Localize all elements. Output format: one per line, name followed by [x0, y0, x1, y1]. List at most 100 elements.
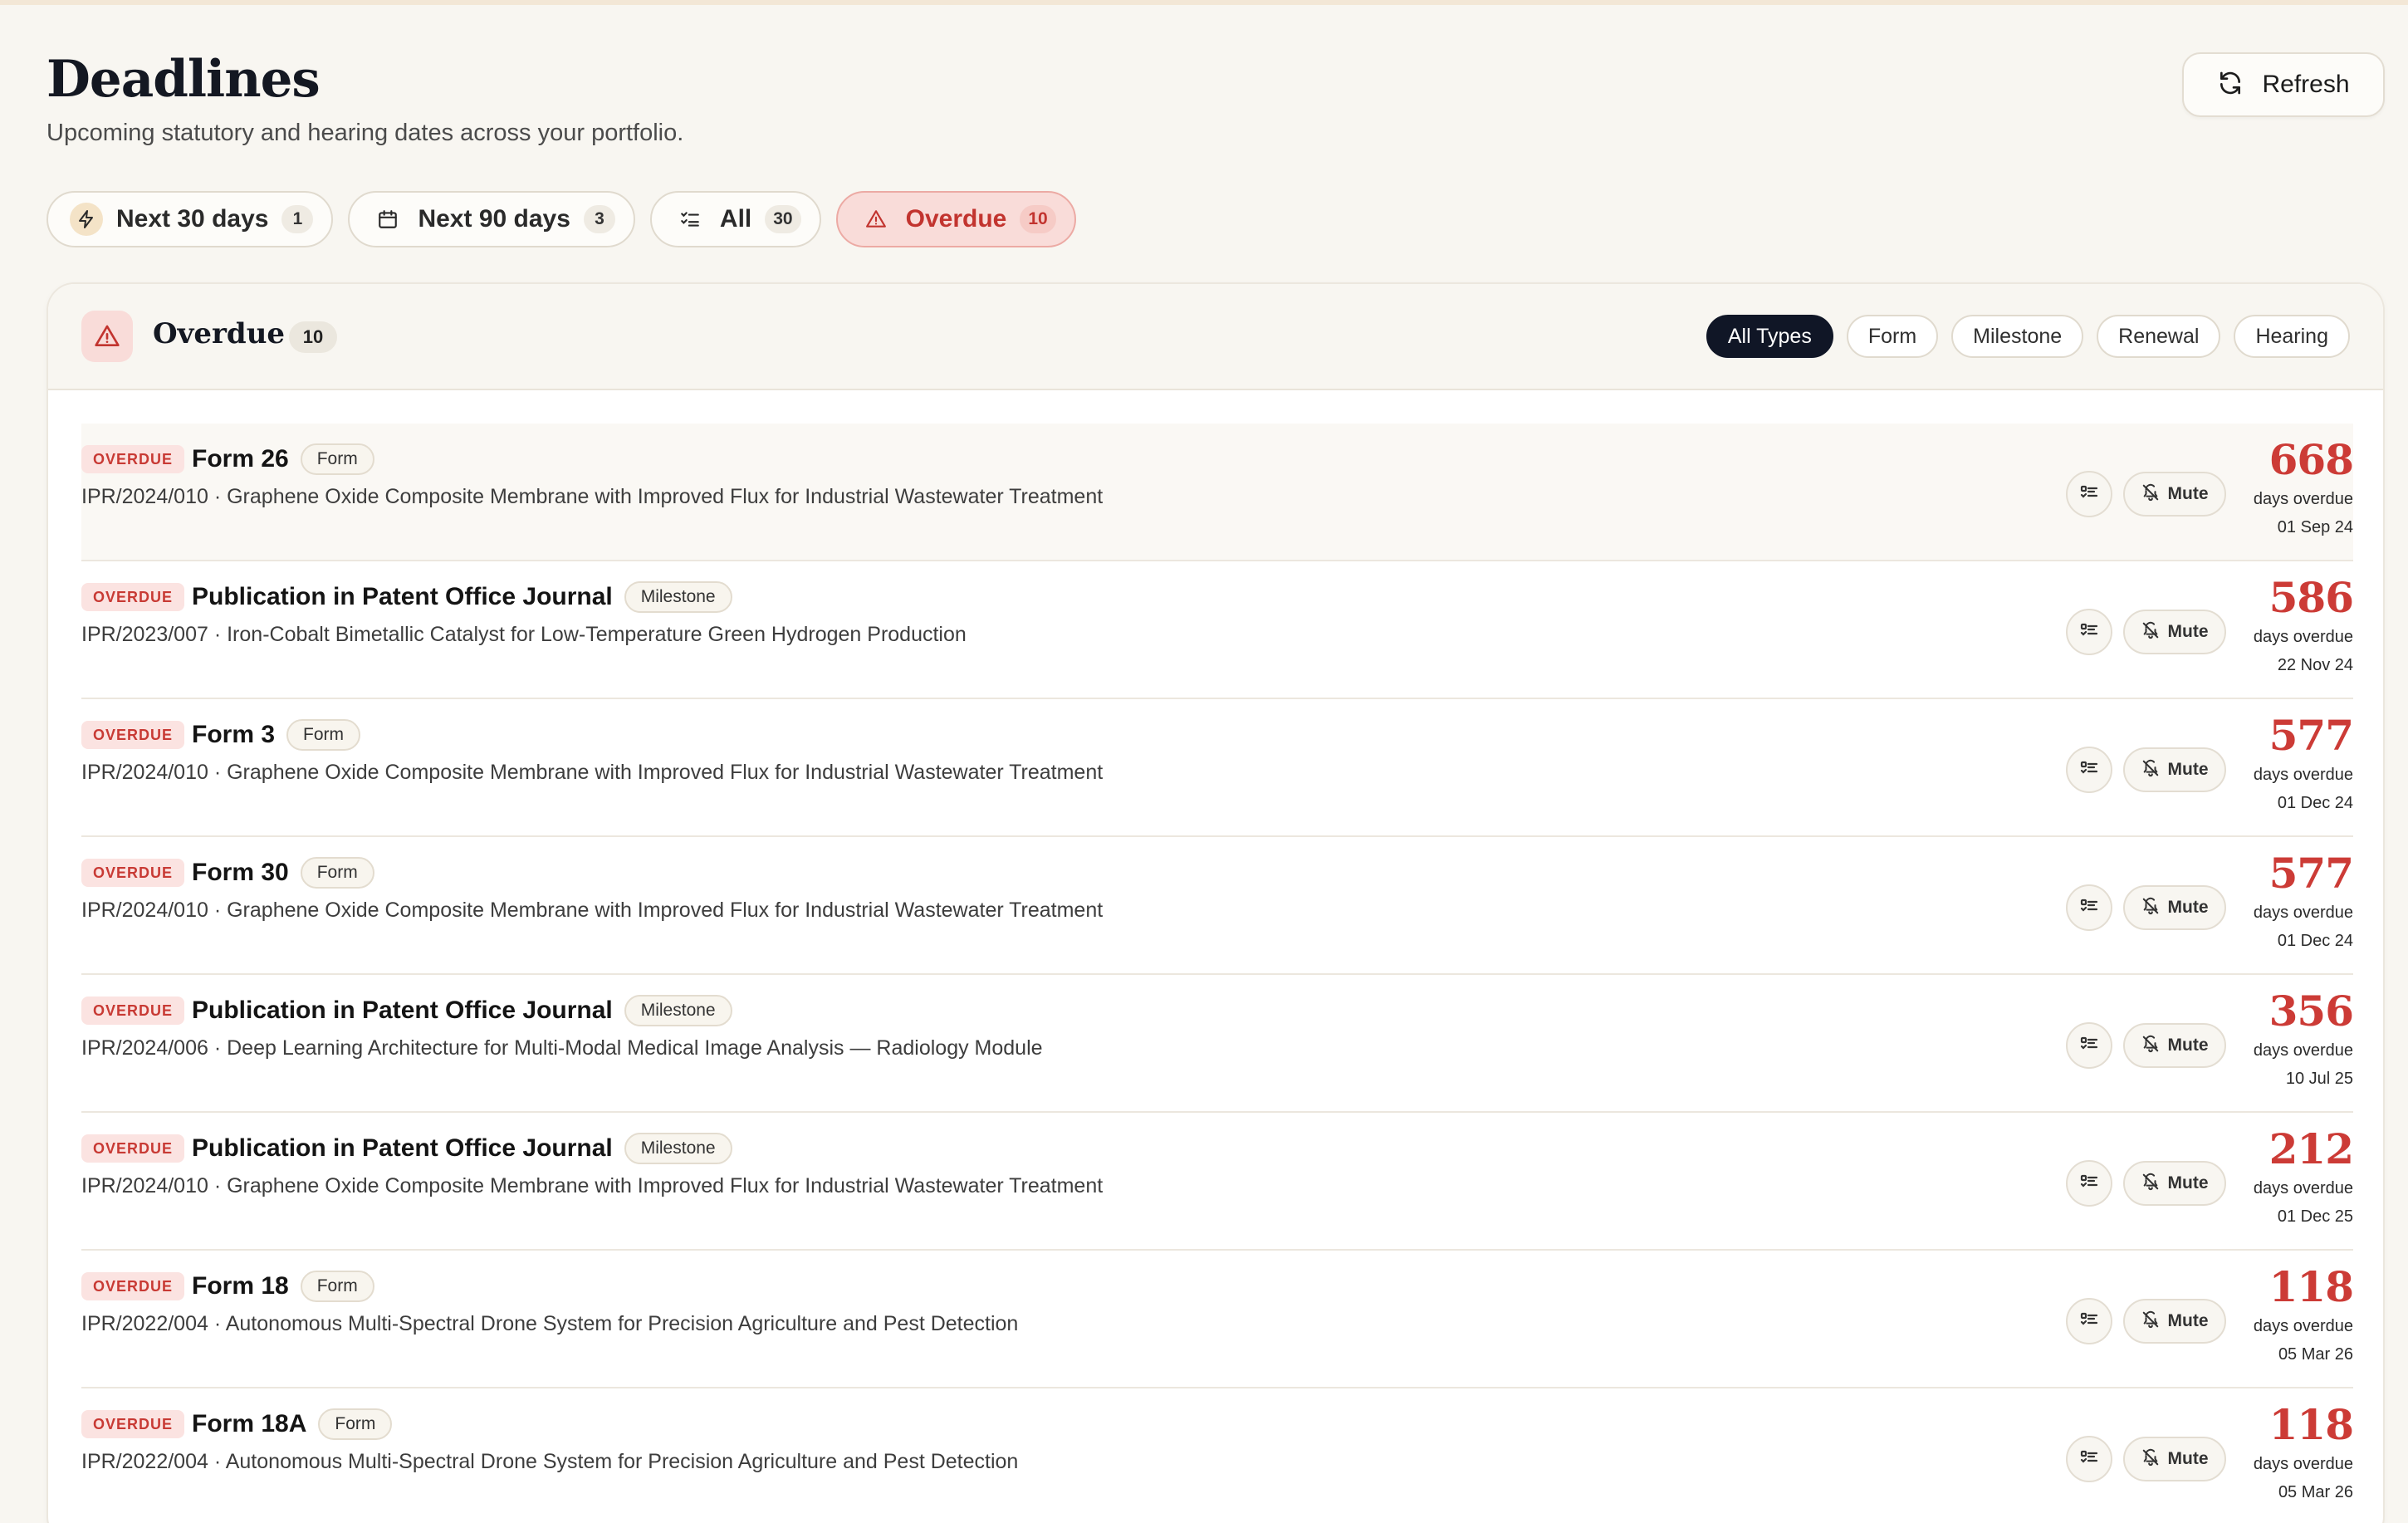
- overdue-badge: OVERDUE: [81, 997, 185, 1025]
- deadline-type-chip: Form: [318, 1408, 393, 1440]
- due-date: 22 Nov 24: [2277, 656, 2353, 674]
- matter-description: IPR/2024/006 · Deep Learning Architectur…: [81, 1036, 1043, 1060]
- overdue-panel: Overdue 10 All Types Form Milestone Rene…: [46, 282, 2385, 1523]
- days-overdue-label: days overdue: [2253, 1179, 2353, 1197]
- days-overdue-label: days overdue: [2253, 1317, 2353, 1335]
- days-overdue-label: days overdue: [2253, 628, 2353, 646]
- bell-off-icon: [2141, 483, 2160, 506]
- deadline-row[interactable]: OVERDUE Form 26 Form IPR/2024/010 · Grap…: [81, 424, 2354, 561]
- calendar-icon: [371, 203, 404, 236]
- days-overdue-value: 577: [2269, 711, 2354, 760]
- mute-label: Mute: [2167, 622, 2209, 641]
- due-date: 05 Mar 26: [2278, 1345, 2353, 1364]
- days-overdue-value: 118: [2269, 1400, 2354, 1449]
- list-details-icon: [2079, 896, 2099, 920]
- tab-all[interactable]: All 30: [649, 191, 821, 247]
- due-date: 01 Sep 24: [2277, 518, 2353, 536]
- mute-label: Mute: [2167, 484, 2209, 503]
- page-subtitle: Upcoming statutory and hearing dates acr…: [46, 120, 684, 146]
- refresh-button[interactable]: Refresh: [2182, 52, 2385, 117]
- range-tabs: Next 30 days 1 Next 90 days 3 All 30 Ove…: [46, 191, 1076, 247]
- top-accent-line: [0, 0, 2408, 5]
- view-details-button[interactable]: [2066, 1436, 2112, 1482]
- days-overdue-value: 118: [2269, 1262, 2354, 1311]
- mute-button[interactable]: Mute: [2123, 1437, 2226, 1481]
- mute-label: Mute: [2167, 760, 2209, 779]
- deadline-type-chip: Form: [300, 1271, 374, 1302]
- days-overdue-value: 212: [2269, 1124, 2354, 1173]
- tab-next-90-days[interactable]: Next 90 days 3: [348, 191, 635, 247]
- deadline-row[interactable]: OVERDUE Form 18A Form IPR/2022/004 · Aut…: [81, 1388, 2354, 1523]
- days-overdue-label: days overdue: [2253, 490, 2353, 508]
- deadline-row[interactable]: OVERDUE Publication in Patent Office Jou…: [81, 561, 2354, 699]
- mute-button[interactable]: Mute: [2123, 1023, 2226, 1068]
- matter-description: IPR/2022/004 · Autonomous Multi-Spectral…: [81, 1312, 1019, 1335]
- days-overdue-value: 668: [2269, 435, 2354, 484]
- filter-milestone[interactable]: Milestone: [1951, 315, 2084, 358]
- warning-triangle-icon: [859, 203, 893, 236]
- warning-triangle-icon: [81, 311, 133, 362]
- deadline-row[interactable]: OVERDUE Form 30 Form IPR/2024/010 · Grap…: [81, 837, 2354, 975]
- filter-all-types[interactable]: All Types: [1706, 315, 1833, 358]
- deadline-row[interactable]: OVERDUE Publication in Patent Office Jou…: [81, 1113, 2354, 1251]
- view-details-button[interactable]: [2066, 609, 2112, 655]
- deadline-list: OVERDUE Form 26 Form IPR/2024/010 · Grap…: [81, 424, 2354, 1523]
- tab-label: Next 90 days: [418, 205, 570, 233]
- deadline-title-group: Publication in Patent Office Journal Mil…: [192, 1133, 732, 1164]
- deadline-title: Form 18: [192, 1272, 289, 1300]
- bell-off-icon: [2141, 1173, 2160, 1195]
- tab-count: 3: [583, 205, 615, 233]
- filter-hearing[interactable]: Hearing: [2234, 315, 2350, 358]
- panel-title: Overdue: [153, 317, 286, 350]
- mute-button[interactable]: Mute: [2123, 610, 2226, 654]
- mute-button[interactable]: Mute: [2123, 885, 2226, 930]
- matter-description: IPR/2024/010 · Graphene Oxide Composite …: [81, 485, 1104, 508]
- deadline-title: Publication in Patent Office Journal: [192, 997, 613, 1024]
- deadline-row[interactable]: OVERDUE Form 18 Form IPR/2022/004 · Auto…: [81, 1251, 2354, 1388]
- deadline-title: Form 30: [192, 859, 289, 886]
- mute-button[interactable]: Mute: [2123, 747, 2226, 792]
- mute-button[interactable]: Mute: [2123, 472, 2226, 517]
- mute-label: Mute: [2167, 1173, 2209, 1192]
- overdue-badge: OVERDUE: [81, 1410, 185, 1438]
- matter-description: IPR/2023/007 · Iron-Cobalt Bimetallic Ca…: [81, 623, 967, 646]
- deadline-title-group: Publication in Patent Office Journal Mil…: [192, 995, 732, 1026]
- deadline-row[interactable]: OVERDUE Form 3 Form IPR/2024/010 · Graph…: [81, 699, 2354, 837]
- deadline-row[interactable]: OVERDUE Publication in Patent Office Jou…: [81, 975, 2354, 1113]
- days-overdue-value: 356: [2269, 987, 2354, 1036]
- tab-label: Overdue: [905, 205, 1007, 233]
- bell-off-icon: [2141, 897, 2160, 919]
- matter-description: IPR/2024/010 · Graphene Oxide Composite …: [81, 1174, 1104, 1197]
- list-details-icon: [2079, 1310, 2099, 1334]
- tab-count: 1: [281, 205, 314, 233]
- deadline-title: Form 18A: [192, 1410, 307, 1437]
- mute-button[interactable]: Mute: [2123, 1161, 2226, 1206]
- deadline-title-group: Form 18A Form: [192, 1408, 393, 1440]
- refresh-label: Refresh: [2262, 71, 2350, 98]
- filter-renewal[interactable]: Renewal: [2097, 315, 2221, 358]
- view-details-button[interactable]: [2066, 1022, 2112, 1069]
- filter-form[interactable]: Form: [1846, 315, 1939, 358]
- bell-off-icon: [2141, 1035, 2160, 1057]
- overdue-badge: OVERDUE: [81, 583, 185, 611]
- deadline-title-group: Publication in Patent Office Journal Mil…: [192, 581, 732, 613]
- days-overdue-value: 577: [2269, 849, 2354, 898]
- overdue-badge: OVERDUE: [81, 859, 185, 887]
- view-details-button[interactable]: [2066, 471, 2112, 517]
- view-details-button[interactable]: [2066, 747, 2112, 793]
- mute-button[interactable]: Mute: [2123, 1299, 2226, 1344]
- view-details-button[interactable]: [2066, 884, 2112, 931]
- view-details-button[interactable]: [2066, 1298, 2112, 1344]
- deadline-title: Form 3: [192, 721, 276, 748]
- mute-label: Mute: [2167, 898, 2209, 917]
- list-details-icon: [2079, 1034, 2099, 1058]
- bell-off-icon: [2141, 759, 2160, 781]
- tab-overdue[interactable]: Overdue 10: [835, 191, 1076, 247]
- days-overdue-label: days overdue: [2253, 766, 2353, 784]
- deadline-title: Form 26: [192, 445, 289, 473]
- tab-next-30-days[interactable]: Next 30 days 1: [46, 191, 334, 247]
- days-overdue-label: days overdue: [2253, 1041, 2353, 1060]
- tab-label: All: [719, 205, 752, 233]
- view-details-button[interactable]: [2066, 1160, 2112, 1207]
- deadline-type-chip: Milestone: [624, 995, 732, 1026]
